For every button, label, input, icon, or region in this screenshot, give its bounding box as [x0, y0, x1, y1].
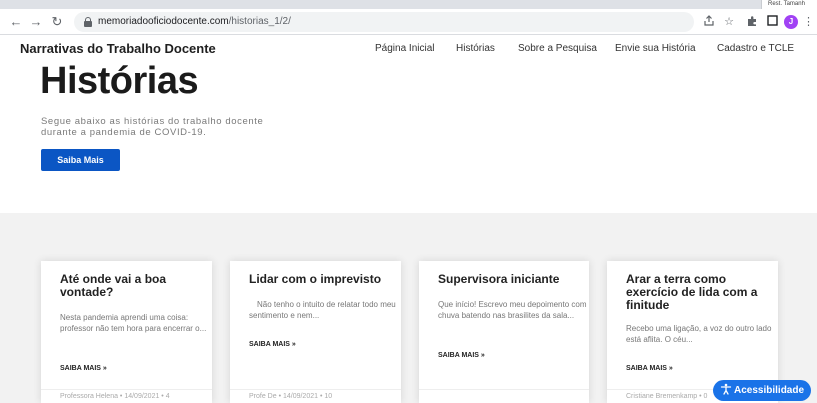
card-excerpt: Que início! Escrevo meu depoimento com c…: [438, 300, 587, 320]
read-more-link[interactable]: SAIBA MAIS »: [438, 352, 485, 359]
page-subtitle: Segue abaixo as histórias do trabalho do…: [41, 116, 264, 138]
nav-item-historias[interactable]: Histórias: [456, 43, 495, 54]
profile-avatar[interactable]: J: [784, 15, 798, 29]
card-excerpt: Recebo uma ligação, a voz do outro lado …: [626, 324, 772, 344]
card-excerpt: Não tenho o intuito de relatar todo meu …: [249, 300, 396, 320]
browser-tab[interactable]: Rest. Tamanh: [761, 0, 817, 9]
browser-toolbar: ← → ↻ memoriadooficiodocente.com/histori…: [0, 9, 817, 35]
url-host: memoriadooficiodocente.com: [98, 16, 229, 27]
site-title[interactable]: Narrativas do Trabalho Docente: [20, 41, 216, 56]
address-bar[interactable]: memoriadooficiodocente.com/historias_1/2…: [74, 12, 694, 32]
share-icon[interactable]: [702, 15, 716, 29]
forward-arrow-icon[interactable]: →: [28, 14, 44, 30]
menu-icon[interactable]: ⋮: [803, 15, 814, 29]
back-arrow-icon[interactable]: ←: [8, 14, 24, 30]
read-more-link[interactable]: SAIBA MAIS »: [249, 341, 296, 348]
card-title[interactable]: Lidar com o imprevisto: [249, 273, 399, 286]
nav-item-pagina-inicial[interactable]: Página Inicial: [375, 43, 434, 54]
card-meta: Professora Helena • 14/09/2021 • 4: [41, 389, 212, 403]
saiba-mais-button[interactable]: Saiba Mais: [41, 149, 120, 171]
sidebar-icon[interactable]: [765, 15, 779, 29]
url-text: memoriadooficiodocente.com/historias_1/2…: [98, 16, 291, 27]
story-card[interactable]: Até onde vai a boa vontade? Nesta pandem…: [41, 261, 212, 403]
accessibility-button[interactable]: Acessibilidade: [713, 380, 811, 401]
read-more-link[interactable]: SAIBA MAIS »: [60, 365, 107, 372]
card-meta: [419, 389, 589, 403]
page-title: Histórias: [40, 60, 199, 102]
accessibility-icon: [719, 383, 733, 397]
nav-item-envie-sua-historia[interactable]: Envie sua História: [615, 43, 696, 54]
story-card[interactable]: Supervisora iniciante Que início! Escrev…: [419, 261, 589, 403]
lock-icon: [84, 17, 92, 27]
star-icon[interactable]: ☆: [722, 15, 736, 29]
read-more-link[interactable]: SAIBA MAIS »: [626, 365, 673, 372]
accessibility-label: Acessibilidade: [734, 385, 805, 396]
nav-item-cadastro-tcle[interactable]: Cadastro e TCLE: [717, 43, 794, 54]
extensions-icon[interactable]: [745, 15, 759, 29]
card-title[interactable]: Até onde vai a boa vontade?: [60, 273, 210, 299]
nav-item-sobre-a-pesquisa[interactable]: Sobre a Pesquisa: [518, 43, 597, 54]
browser-tab-strip: [0, 0, 817, 9]
card-title[interactable]: Supervisora iniciante: [438, 273, 588, 286]
card-meta: Profe De • 14/09/2021 • 10: [230, 389, 401, 403]
card-title[interactable]: Arar a terra como exercício de lida com …: [626, 273, 776, 312]
reload-icon[interactable]: ↻: [49, 14, 65, 30]
story-card[interactable]: Lidar com o imprevisto Não tenho o intui…: [230, 261, 401, 403]
url-path: /historias_1/2/: [228, 16, 291, 27]
card-excerpt: Nesta pandemia aprendi uma coisa: profes…: [60, 313, 207, 333]
